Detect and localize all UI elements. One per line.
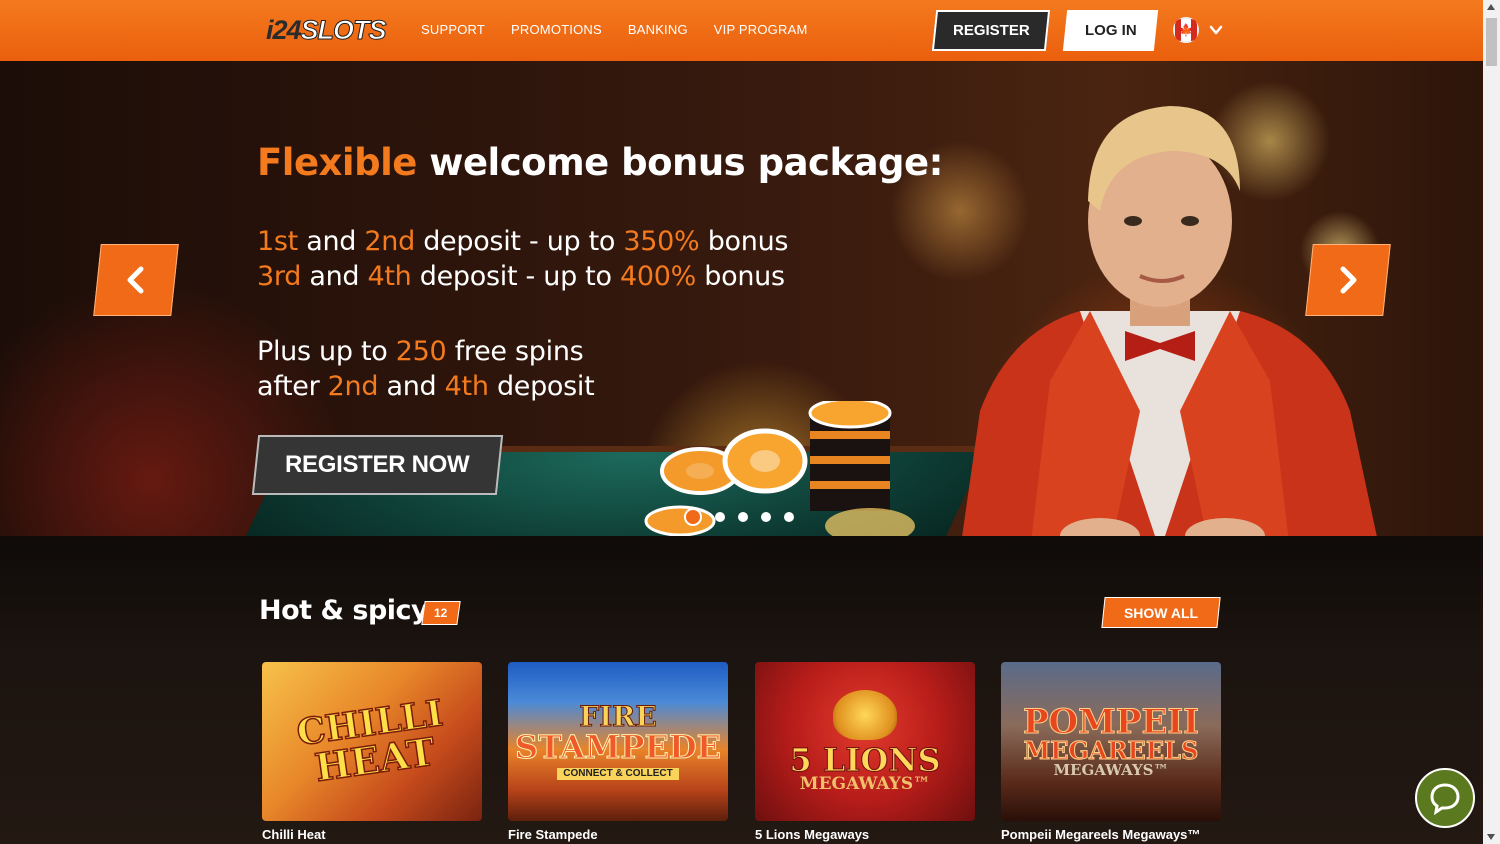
game-thumbnail[interactable]: POMPEII MEGAREELS MEGAWAYS™: [1001, 662, 1221, 821]
carousel-dot-5[interactable]: [784, 512, 794, 522]
offer-text: deposit: [488, 371, 595, 402]
game-art-text: CONNECT & COLLECT: [557, 768, 679, 780]
offer-text: 3rd: [257, 261, 302, 292]
scroll-down-arrow-icon[interactable]: [1487, 834, 1495, 840]
login-button-label: LOG IN: [1084, 22, 1137, 39]
page-scrollbar[interactable]: [1483, 0, 1500, 844]
offer-text: and: [301, 261, 368, 292]
game-card-fire-stampede[interactable]: FIRE STAMPEDE CONNECT & COLLECT Fire Sta…: [508, 662, 728, 842]
game-name[interactable]: 5 Lions Megaways: [755, 827, 975, 842]
lion-emblem-icon: [832, 690, 897, 740]
main-nav: SUPPORT PROMOTIONS BANKING VIP PROGRAM: [421, 22, 807, 37]
show-all-button[interactable]: SHOW ALL: [1101, 597, 1221, 628]
chevron-left-icon: [127, 266, 144, 294]
hero-title-rest: welcome bonus package:: [416, 141, 943, 184]
register-button-label: REGISTER: [952, 22, 1030, 39]
game-name[interactable]: Pompeii Megareels Megaways™: [1001, 827, 1221, 842]
offer-text: Plus up to: [257, 336, 396, 367]
chevron-right-icon: [1340, 266, 1357, 294]
offer-text: 2nd: [364, 226, 415, 257]
hero-spins-line-1: Plus up to 250 free spins: [257, 334, 943, 369]
game-card-pompeii-megareels[interactable]: POMPEII MEGAREELS MEGAWAYS™ Pompeii Mega…: [1001, 662, 1221, 842]
offer-text: deposit - up to: [411, 261, 620, 292]
register-button[interactable]: REGISTER: [931, 10, 1051, 51]
offer-text: deposit - up to: [414, 226, 624, 257]
hero-offer-line-1: 1st and 2nd deposit - up to 350% bonus: [257, 224, 943, 259]
show-all-label: SHOW ALL: [1123, 604, 1199, 621]
offer-text: bonus: [695, 261, 785, 292]
carousel-dots: [684, 508, 794, 526]
nav-vip-program[interactable]: VIP PROGRAM: [714, 22, 808, 37]
carousel-dot-1[interactable]: [684, 508, 702, 526]
live-chat-button[interactable]: [1415, 768, 1475, 828]
game-art-text: FIRE: [579, 700, 658, 733]
game-name[interactable]: Fire Stampede: [508, 827, 728, 842]
offer-text: 4th: [367, 261, 412, 292]
game-art-logo: POMPEII MEGAREELS MEGAWAYS™: [1022, 702, 1200, 779]
hero-title-highlight: Flexible: [257, 141, 417, 184]
login-button[interactable]: LOG IN: [1062, 10, 1159, 51]
logo-part-a: i24: [266, 14, 302, 45]
section-title: Hot & spicy: [259, 595, 429, 626]
offer-text: 2nd: [327, 371, 379, 402]
nav-support[interactable]: SUPPORT: [421, 22, 485, 37]
game-card-5-lions-megaways[interactable]: 5 LIONS MEGAWAYS™ 5 Lions Megaways: [755, 662, 975, 842]
scroll-up-arrow-icon[interactable]: [1487, 4, 1495, 10]
scrollbar-thumb[interactable]: [1486, 18, 1497, 66]
game-art-text: STAMPEDE: [514, 728, 721, 766]
offer-text: bonus: [699, 226, 789, 257]
hero-offer-line-2: 3rd and 4th deposit - up to 400% bonus: [257, 259, 943, 294]
register-now-button[interactable]: REGISTER NOW: [251, 435, 504, 495]
site-header: i24 SLOTS SUPPORT PROMOTIONS BANKING VIP …: [0, 0, 1483, 61]
offer-text: 400%: [619, 261, 696, 292]
offer-text: 250: [395, 336, 447, 367]
offer-text: and: [297, 226, 365, 257]
chat-bubble-icon: [1430, 783, 1460, 815]
hero-spins-line-2: after 2nd and 4th deposit: [257, 369, 943, 404]
maple-leaf-icon: 🍁: [1178, 23, 1194, 37]
chevron-down-icon[interactable]: [1209, 23, 1223, 37]
carousel-dot-4[interactable]: [761, 512, 771, 522]
game-thumbnail[interactable]: FIRE STAMPEDE CONNECT & COLLECT: [508, 662, 728, 821]
game-art-text: POMPEII: [1022, 702, 1200, 742]
carousel-dot-3[interactable]: [738, 512, 748, 522]
hero-deposit-offers: 1st and 2nd deposit - up to 350% bonus 3…: [257, 224, 943, 294]
register-now-label: REGISTER NOW: [285, 451, 470, 478]
game-art-logo: CHILLI HEAT: [293, 691, 450, 790]
hero-banner: Flexible welcome bonus package: 1st and …: [0, 61, 1483, 536]
game-count-badge: 12: [421, 601, 461, 625]
game-art-text: 5 LIONS: [789, 741, 941, 779]
canada-flag-icon[interactable]: 🍁: [1173, 17, 1199, 43]
offer-text: free spins: [446, 336, 584, 367]
nav-banking[interactable]: BANKING: [628, 22, 688, 37]
offer-text: 350%: [623, 226, 700, 257]
carousel-prev-button[interactable]: [93, 244, 179, 316]
game-thumbnail[interactable]: CHILLI HEAT: [262, 662, 482, 821]
offer-text: 1st: [257, 226, 298, 257]
nav-promotions[interactable]: PROMOTIONS: [511, 22, 602, 37]
hero-title: Flexible welcome bonus package:: [257, 141, 943, 184]
game-art-text: MEGAWAYS™: [1053, 761, 1169, 779]
hero-free-spins: Plus up to 250 free spins after 2nd and …: [257, 334, 943, 404]
game-thumbnail[interactable]: 5 LIONS MEGAWAYS™: [755, 662, 975, 821]
offer-text: and: [378, 371, 445, 402]
game-art-logo: FIRE STAMPEDE CONNECT & COLLECT: [514, 700, 722, 780]
game-card-chilli-heat[interactable]: CHILLI HEAT Chilli Heat: [262, 662, 482, 842]
offer-text: after: [257, 371, 328, 402]
site-logo[interactable]: i24 SLOTS: [266, 14, 387, 45]
hot-spicy-section: [0, 536, 1483, 844]
game-name[interactable]: Chilli Heat: [262, 827, 482, 842]
carousel-dot-2[interactable]: [715, 512, 725, 522]
carousel-next-button[interactable]: [1305, 244, 1391, 316]
game-art-text: MEGAWAYS™: [799, 774, 931, 794]
game-count: 12: [434, 606, 448, 620]
logo-part-b: SLOTS: [300, 14, 387, 45]
hero-text-block: Flexible welcome bonus package: 1st and …: [257, 141, 943, 404]
game-art-text: MEGAREELS: [1023, 736, 1199, 765]
game-art-logo: 5 LIONS MEGAWAYS™: [789, 690, 941, 794]
offer-text: 4th: [444, 371, 489, 402]
